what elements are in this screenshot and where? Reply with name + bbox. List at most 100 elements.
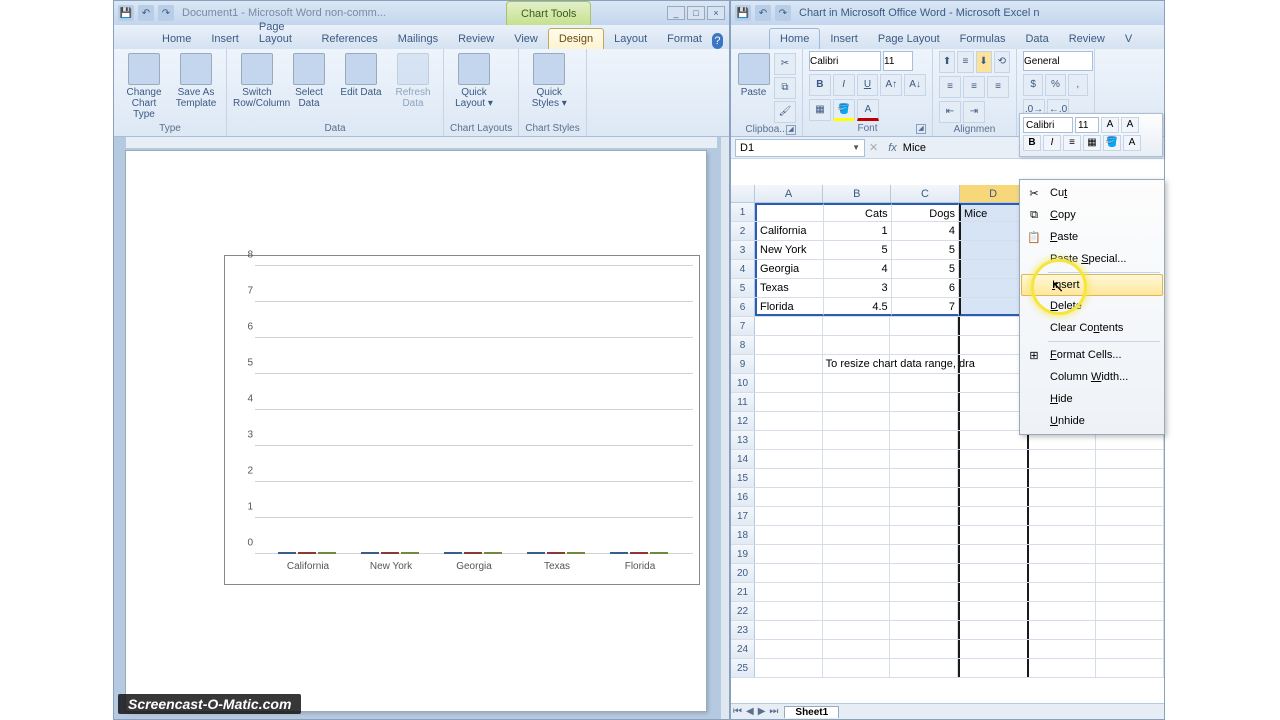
sheet-nav-prev[interactable]: ◀ [744, 706, 756, 717]
tab-references[interactable]: References [311, 29, 387, 49]
quick-styles-button[interactable]: Quick Styles ▾ [525, 51, 573, 109]
tab-layout[interactable]: Layout [604, 29, 657, 49]
tab-view[interactable]: V [1115, 29, 1142, 49]
save-icon[interactable]: 💾 [118, 5, 134, 21]
row-header[interactable]: 11 [731, 393, 755, 411]
menu-paste[interactable]: 📋Paste [1020, 226, 1164, 248]
cell[interactable] [890, 526, 958, 544]
row-header[interactable]: 8 [731, 336, 755, 354]
tab-formulas[interactable]: Formulas [950, 29, 1016, 49]
cell[interactable] [890, 393, 958, 411]
ruler[interactable] [126, 137, 717, 149]
cell[interactable] [1096, 450, 1164, 468]
cell[interactable]: 4 [824, 260, 891, 278]
menu-format-cells[interactable]: ⊞Format Cells... [1020, 344, 1164, 366]
cell[interactable] [823, 431, 891, 449]
cell[interactable] [1096, 640, 1164, 658]
cell[interactable] [823, 526, 891, 544]
cell[interactable] [755, 507, 823, 525]
cell[interactable] [1029, 602, 1097, 620]
row-header[interactable]: 3 [731, 241, 755, 259]
cell[interactable] [890, 355, 958, 373]
cell[interactable] [890, 564, 958, 582]
col-B[interactable]: B [823, 185, 891, 202]
align-middle-icon[interactable]: ≡ [957, 51, 973, 73]
cell[interactable] [1096, 469, 1164, 487]
cell[interactable] [823, 488, 891, 506]
tab-page-layout[interactable]: Page Layout [868, 29, 950, 49]
mini-shrink-font-icon[interactable]: A [1121, 117, 1139, 133]
minimize-button[interactable]: _ [667, 6, 685, 20]
format-painter-icon[interactable]: 🖌 [774, 101, 796, 123]
sheet-nav-last[interactable]: ⏭ [767, 706, 780, 717]
cell[interactable] [823, 621, 891, 639]
row-header[interactable]: 22 [731, 602, 755, 620]
cell[interactable]: 3 [824, 279, 891, 297]
row-header[interactable]: 7 [731, 317, 755, 335]
cell[interactable] [1096, 526, 1164, 544]
menu-unhide[interactable]: Unhide [1020, 410, 1164, 432]
row-header[interactable]: 2 [731, 222, 755, 240]
quick-layout-button[interactable]: Quick Layout ▾ [450, 51, 498, 109]
align-center-icon[interactable]: ≡ [963, 76, 985, 98]
cell[interactable] [755, 583, 823, 601]
cell[interactable] [1096, 488, 1164, 506]
tab-format[interactable]: Format [657, 29, 712, 49]
cell[interactable] [823, 450, 891, 468]
cell[interactable] [890, 374, 958, 392]
cell[interactable] [823, 640, 891, 658]
bar-cats[interactable] [278, 552, 296, 554]
bold-button[interactable]: B [809, 74, 831, 96]
cell[interactable]: New York [755, 241, 824, 259]
font-dialog-launcher[interactable]: ◢ [916, 124, 926, 134]
bar-mice[interactable] [484, 552, 502, 554]
mini-fill-icon[interactable]: 🪣 [1103, 135, 1121, 151]
cell[interactable] [958, 564, 1029, 582]
cut-icon[interactable]: ✂ [774, 53, 796, 75]
cell[interactable]: 5 [824, 241, 891, 259]
cell[interactable] [1096, 564, 1164, 582]
bar-dogs[interactable] [630, 552, 648, 554]
increase-indent-icon[interactable]: ⇥ [963, 101, 985, 123]
cell[interactable] [823, 374, 891, 392]
sheet-nav-next[interactable]: ▶ [756, 706, 768, 717]
cell[interactable] [755, 640, 823, 658]
mini-font-size[interactable] [1075, 117, 1099, 133]
cell[interactable] [958, 526, 1029, 544]
orientation-icon[interactable]: ⟲ [994, 51, 1010, 73]
cell[interactable] [958, 659, 1029, 677]
cell[interactable] [823, 317, 891, 335]
sheet-nav-first[interactable]: ⏮ [731, 706, 744, 717]
underline-button[interactable]: U [857, 74, 879, 96]
cell[interactable] [1029, 450, 1097, 468]
fx-icon[interactable]: fx [888, 142, 897, 154]
mini-bold-icon[interactable]: B [1023, 135, 1041, 151]
row-header[interactable]: 17 [731, 507, 755, 525]
cell[interactable] [890, 583, 958, 601]
menu-paste-special[interactable]: Paste Special... [1020, 248, 1164, 270]
cell[interactable] [755, 659, 823, 677]
embedded-chart[interactable]: 012345678CaliforniaNew YorkGeorgiaTexasF… [224, 255, 700, 585]
cell[interactable] [823, 564, 891, 582]
cell[interactable] [755, 488, 823, 506]
row-header[interactable]: 23 [731, 621, 755, 639]
cell[interactable] [823, 336, 891, 354]
align-top-icon[interactable]: ⬆ [939, 51, 955, 73]
cell[interactable] [755, 412, 823, 430]
refresh-data-button[interactable]: Refresh Data [389, 51, 437, 109]
row-header[interactable]: 24 [731, 640, 755, 658]
cell[interactable] [890, 545, 958, 563]
cell[interactable] [823, 412, 891, 430]
cell[interactable] [958, 621, 1029, 639]
change-chart-type-button[interactable]: Change Chart Type [120, 51, 168, 120]
fill-color-icon[interactable]: 🪣 [833, 99, 855, 121]
cell[interactable] [755, 545, 823, 563]
tab-review[interactable]: Review [448, 29, 504, 49]
cell[interactable] [823, 393, 891, 411]
cell[interactable] [755, 203, 824, 221]
name-box[interactable]: D1▼ [735, 139, 865, 157]
row-header[interactable]: 15 [731, 469, 755, 487]
font-name-input[interactable] [809, 51, 881, 71]
cell[interactable] [1029, 469, 1097, 487]
bar-mice[interactable] [318, 552, 336, 554]
